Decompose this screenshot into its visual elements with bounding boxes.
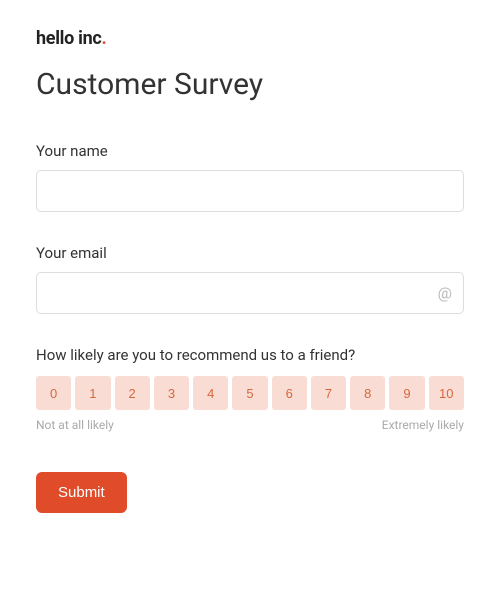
email-field-group: Your email @ (36, 244, 464, 314)
logo-text: hello inc (36, 28, 102, 49)
name-input[interactable] (36, 170, 464, 212)
nps-option-0[interactable]: 0 (36, 376, 71, 410)
email-input[interactable] (36, 272, 464, 314)
nps-option-6[interactable]: 6 (272, 376, 307, 410)
nps-option-9[interactable]: 9 (389, 376, 424, 410)
nps-question: How likely are you to recommend us to a … (36, 346, 464, 364)
nps-options-row: 0 1 2 3 4 5 6 7 8 9 10 (36, 376, 464, 410)
nps-high-label: Extremely likely (382, 418, 464, 432)
nps-option-1[interactable]: 1 (75, 376, 110, 410)
brand-logo: hello inc. (36, 28, 464, 49)
nps-option-5[interactable]: 5 (232, 376, 267, 410)
email-label: Your email (36, 244, 464, 262)
nps-option-4[interactable]: 4 (193, 376, 228, 410)
name-label: Your name (36, 142, 464, 160)
nps-section: How likely are you to recommend us to a … (36, 346, 464, 432)
nps-option-3[interactable]: 3 (154, 376, 189, 410)
logo-dot: . (102, 28, 107, 49)
nps-option-2[interactable]: 2 (115, 376, 150, 410)
nps-option-8[interactable]: 8 (350, 376, 385, 410)
nps-option-7[interactable]: 7 (311, 376, 346, 410)
nps-option-10[interactable]: 10 (429, 376, 464, 410)
nps-scale-labels: Not at all likely Extremely likely (36, 418, 464, 432)
submit-button[interactable]: Submit (36, 472, 127, 513)
name-field-group: Your name (36, 142, 464, 212)
page-title: Customer Survey (36, 67, 464, 102)
nps-low-label: Not at all likely (36, 418, 114, 432)
